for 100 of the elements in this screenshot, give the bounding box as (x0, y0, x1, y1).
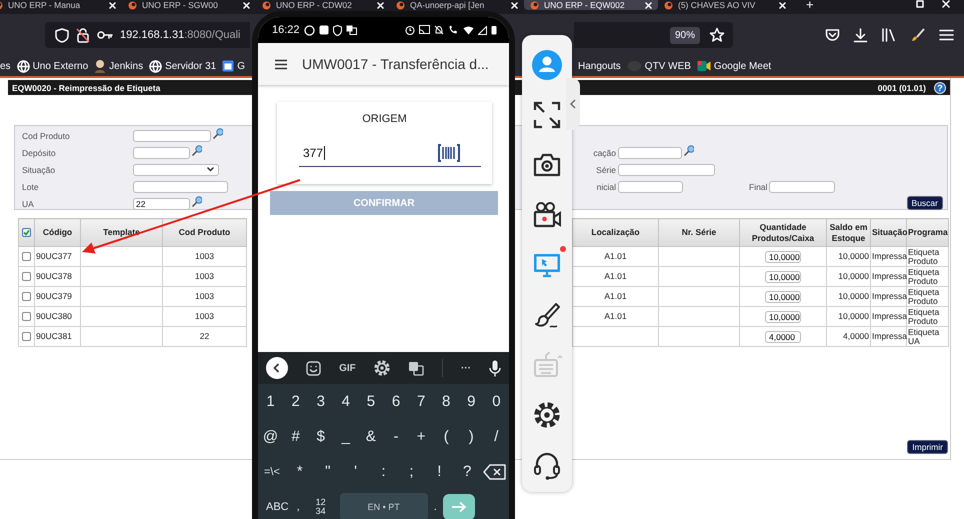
keyboard-key[interactable]: 4 (333, 386, 358, 416)
browser-tab[interactable]: UNO ERP - SGW00 (122, 0, 256, 10)
keyboard-key[interactable]: 12 34 (314, 492, 328, 519)
keyboard-key[interactable]: @ (258, 422, 284, 452)
keyboard-key[interactable]: # (283, 422, 308, 452)
browser-tab[interactable]: QA-unoerp-api [Jen (390, 0, 524, 10)
select-all-checkbox[interactable] (22, 228, 31, 237)
translate-icon[interactable] (408, 360, 424, 376)
keyboard-key[interactable]: $ (308, 422, 334, 452)
library-icon[interactable] (881, 28, 897, 42)
keyboard-key[interactable]: ( (434, 422, 459, 452)
search-icon[interactable] (191, 145, 202, 156)
bookmark-link[interactable]: Jenkins (109, 60, 144, 72)
keyboard-key[interactable]: _ (333, 422, 358, 452)
menu-icon[interactable] (274, 58, 288, 70)
keyboard-key[interactable]: 0 (484, 386, 509, 416)
quantity-field[interactable]: 10,0000 (765, 270, 801, 282)
zoom-badge[interactable]: 90% (670, 26, 700, 44)
column-header[interactable]: Cod Produto (162, 218, 246, 246)
input-field[interactable]: 22 (133, 198, 190, 210)
keyboard-key[interactable]: 3 (308, 386, 334, 416)
pocket-icon[interactable] (825, 28, 840, 42)
search-icon[interactable] (683, 145, 694, 156)
lock-icon[interactable] (76, 28, 90, 42)
settings-icon[interactable] (532, 400, 562, 430)
search-icon[interactable] (191, 196, 202, 207)
back-icon[interactable] (266, 357, 288, 379)
address-bar[interactable]: 192.168.1.31:8080/Quali (45, 22, 250, 48)
keyboard-key[interactable]: & (358, 422, 384, 452)
origin-field[interactable]: 377 (299, 140, 481, 167)
keyboard-key[interactable]: . (434, 492, 437, 519)
toolbar-key[interactable]: ··· (460, 362, 471, 374)
row-checkbox[interactable] (22, 312, 31, 321)
row-checkbox[interactable] (22, 252, 31, 261)
keyboard-key[interactable]: / (484, 422, 509, 452)
column-header[interactable]: Situação (870, 218, 906, 246)
keyboard-key[interactable]: : (370, 456, 398, 486)
keyboard-key[interactable]: 2 (283, 386, 308, 416)
input-field[interactable] (133, 180, 228, 192)
quantity-field[interactable]: 10,0000 (765, 290, 801, 302)
bookmark-link[interactable]: Google Meet (714, 60, 772, 72)
video-camera-icon[interactable] (532, 200, 562, 230)
backspace-icon[interactable] (483, 464, 508, 480)
print-button[interactable]: Imprimir (907, 440, 948, 454)
close-icon[interactable] (645, 2, 652, 8)
column-header[interactable]: Saldo em Estoque (826, 218, 870, 246)
address-bar-end[interactable]: 90% (574, 22, 733, 48)
keyboard-key[interactable]: 1 (258, 386, 284, 416)
enter-key[interactable] (442, 494, 475, 519)
row-checkbox[interactable] (22, 292, 31, 301)
input-field[interactable] (769, 180, 836, 192)
row-checkbox[interactable] (22, 332, 31, 341)
settings-icon[interactable] (374, 360, 390, 376)
column-header[interactable]: Quantidade Produtos/Caixa (740, 218, 826, 246)
row-checkbox[interactable] (22, 272, 31, 281)
keyboard-key[interactable]: , (296, 492, 300, 519)
quantity-field[interactable]: 10,0000 (765, 310, 801, 322)
keyboard-key[interactable]: ! (425, 456, 454, 486)
download-icon[interactable] (853, 28, 868, 42)
keyboard-key[interactable]: * (286, 456, 314, 486)
column-header[interactable]: Template (80, 218, 162, 246)
bookmark-link[interactable]: Hangouts (578, 60, 621, 72)
keyboard-key[interactable]: ) (458, 422, 484, 452)
sticker-icon[interactable] (306, 360, 322, 376)
bookmark-link[interactable]: Uno Externo (32, 60, 88, 72)
input-field[interactable] (133, 146, 190, 158)
restore-icon[interactable] (916, 0, 924, 8)
avatar-icon[interactable] (532, 50, 562, 80)
key-icon[interactable] (97, 30, 113, 40)
close-icon[interactable] (377, 2, 384, 8)
browser-tab[interactable]: UNO ERP - EQW002 (524, 0, 658, 10)
brush-icon[interactable] (532, 300, 562, 330)
keyboard-key[interactable]: ABC (266, 492, 289, 519)
input-field[interactable] (618, 180, 683, 192)
select-field[interactable] (133, 164, 219, 176)
browser-tab[interactable]: UNO ERP - CDW02 (256, 0, 390, 10)
keyboard-key[interactable]: 7 (408, 386, 434, 416)
collapse-tab[interactable] (566, 78, 580, 130)
browser-tab[interactable]: (5) CHAVES AO VIV (658, 0, 792, 10)
column-header[interactable]: Nr. Série (658, 218, 740, 246)
keyboard-key[interactable]: =\< (258, 456, 286, 486)
brush-icon[interactable] (910, 27, 926, 43)
column-header[interactable]: Código (34, 218, 80, 246)
keyboard-key[interactable]: 6 (383, 386, 409, 416)
close-icon[interactable] (243, 2, 250, 8)
headset-icon[interactable] (532, 450, 562, 480)
quantity-field[interactable]: 10,0000 (765, 250, 801, 262)
keyboard-key[interactable]: 9 (458, 386, 484, 416)
keyboard-key[interactable]: ; (397, 456, 426, 486)
input-field[interactable] (133, 130, 211, 142)
input-field[interactable] (618, 146, 682, 158)
keyboard-key[interactable]: - (383, 422, 409, 452)
bookmark-link[interactable]: G (237, 60, 245, 72)
browser-tab[interactable]: UNO ERP - Manua (0, 0, 122, 10)
input-field[interactable] (618, 164, 715, 176)
barcode-icon[interactable] (438, 144, 460, 162)
mic-icon[interactable] (489, 360, 501, 376)
close-icon[interactable] (942, 0, 950, 8)
keyboard-key[interactable]: + (408, 422, 434, 452)
close-icon[interactable] (109, 2, 116, 8)
